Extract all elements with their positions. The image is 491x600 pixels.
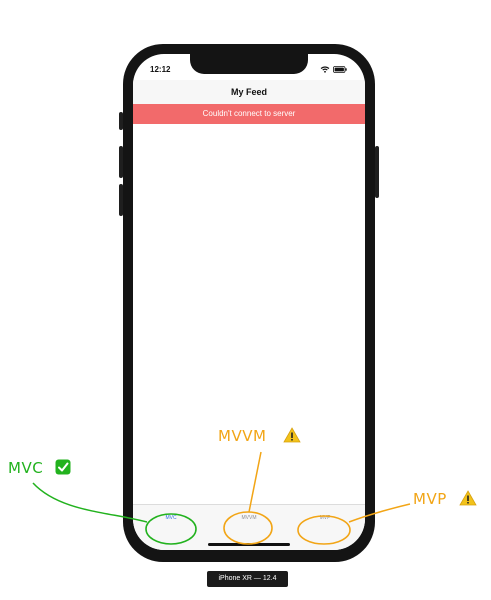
tab-mvc[interactable]: MVC [141, 515, 201, 521]
device-screen: 12:12 My Feed Couldn't connect to server… [133, 54, 365, 550]
error-banner[interactable]: Couldn't connect to server [133, 104, 365, 124]
status-icons [320, 66, 347, 73]
feed-list[interactable] [133, 124, 365, 504]
warning-icon [283, 427, 301, 443]
wifi-icon [320, 66, 330, 73]
check-mark-icon [55, 459, 71, 475]
home-indicator [208, 543, 290, 546]
status-time: 12:12 [150, 65, 171, 74]
tab-mvvm[interactable]: MVVM [219, 515, 279, 521]
warning-icon [459, 490, 477, 506]
battery-icon [333, 66, 347, 73]
nav-title: My Feed [230, 87, 267, 97]
mvc-annotation-label: MVC [8, 459, 44, 477]
mvp-annotation-label: MVP [413, 490, 447, 508]
simulator-caption: iPhone XR — 12.4 [207, 571, 288, 587]
navigation-bar: My Feed [133, 80, 365, 104]
mvvm-annotation-label: MVVM [218, 427, 267, 445]
mute-switch [119, 112, 123, 130]
power-button [375, 146, 379, 198]
notch [190, 54, 308, 74]
volume-down-button [119, 184, 123, 216]
volume-up-button [119, 146, 123, 178]
tab-mvp[interactable]: MVP [295, 515, 355, 521]
